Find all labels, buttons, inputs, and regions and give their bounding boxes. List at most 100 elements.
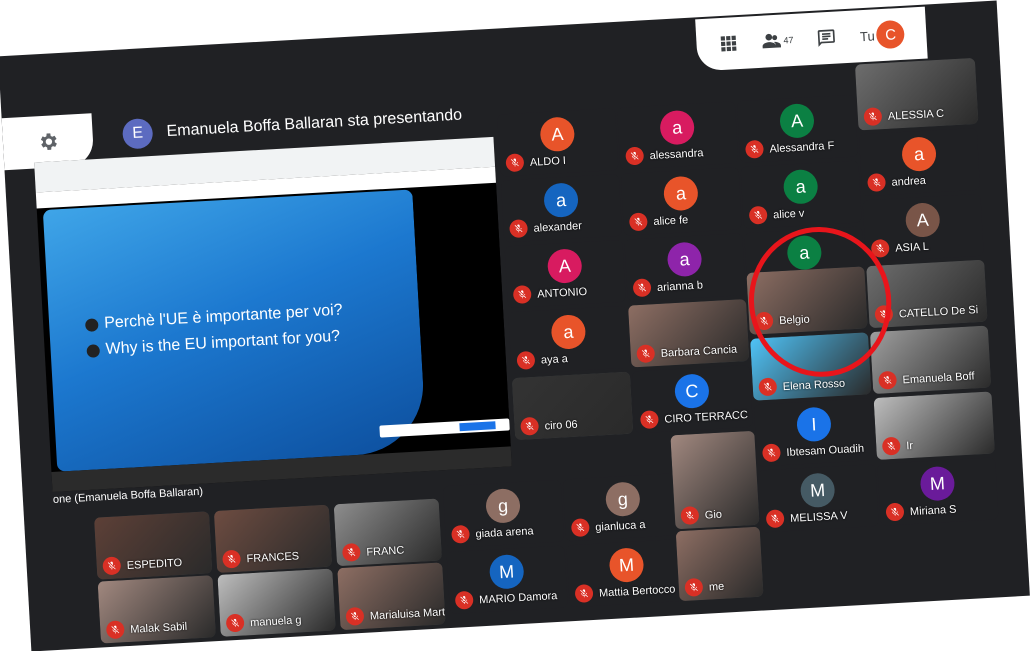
participant-tile[interactable]: FRANC xyxy=(333,498,442,567)
participant-avatar: g xyxy=(604,481,641,518)
mic-off-icon xyxy=(639,410,659,430)
participant-tile[interactable]: ciro 06 xyxy=(511,371,634,441)
mic-off-icon xyxy=(870,238,890,258)
participant-tile[interactable]: ALESSIA C xyxy=(854,57,979,131)
mic-off-icon xyxy=(748,205,768,225)
chat-button[interactable] xyxy=(816,28,837,49)
participant-tile[interactable]: Elena Rosso xyxy=(750,332,872,401)
participant-name: MARIO Damora xyxy=(478,590,558,607)
participant-count: 47 xyxy=(783,34,794,46)
participant-tile[interactable]: a alexander xyxy=(500,173,623,243)
participant-tile[interactable]: a aya a xyxy=(508,305,630,375)
mic-off-icon xyxy=(885,502,905,522)
participant-tile[interactable]: I Ibtesam Ouadih xyxy=(753,398,876,467)
participant-name: alice fe xyxy=(653,214,689,229)
participant-tile[interactable]: A ALDO I xyxy=(497,108,619,177)
mic-off-icon xyxy=(628,212,648,232)
participant-tile[interactable]: g giada arena xyxy=(442,479,565,549)
participant-tile[interactable]: a alessandra xyxy=(616,101,739,170)
participant-avatar: A xyxy=(546,248,583,284)
participant-tile[interactable]: Barbara Cancia xyxy=(628,299,750,368)
participant-avatar: M xyxy=(608,547,645,584)
participant-tile[interactable]: M Mattia Bertocco xyxy=(566,538,688,608)
participant-tile[interactable]: Marialuisa Mart xyxy=(337,562,446,631)
mic-off-icon xyxy=(632,278,652,298)
chat-icon xyxy=(818,29,836,47)
participant-avatar: A xyxy=(539,116,576,153)
participant-tile[interactable]: a arianna b xyxy=(624,233,746,302)
participant-tile[interactable]: M Miriana S xyxy=(877,457,999,526)
participant-name: ANTONIO xyxy=(536,285,588,301)
participant-tile[interactable]: a alice fe xyxy=(620,167,742,236)
mic-off-icon xyxy=(451,524,471,544)
participant-name: ciro 06 xyxy=(544,418,578,433)
participant-name: arianna b xyxy=(656,279,704,294)
mic-off-icon xyxy=(454,590,474,610)
mic-off-icon xyxy=(505,153,525,173)
participant-avatar: A xyxy=(904,202,941,238)
gear-icon xyxy=(40,133,57,151)
mic-off-icon xyxy=(512,285,532,304)
participant-tile[interactable]: A ASIA L xyxy=(862,193,984,263)
participant-tile[interactable]: A ANTONIO xyxy=(504,239,626,309)
participant-avatar: a xyxy=(901,136,937,173)
mic-off-icon xyxy=(625,146,645,166)
slide-question-2-text: Why is the EU important for you? xyxy=(105,327,341,358)
mic-off-icon xyxy=(765,509,785,529)
slide-margin xyxy=(412,184,511,452)
participant-name: ALDO I xyxy=(529,154,567,169)
participant-tile[interactable]: Belgio xyxy=(746,266,868,335)
participant-name: giada arena xyxy=(475,525,534,541)
participant-tile[interactable]: Gio xyxy=(670,430,760,530)
participants-button[interactable]: 47 xyxy=(761,30,794,52)
participant-tile[interactable]: M MARIO Damora xyxy=(446,545,568,615)
participant-tile[interactable]: M MELISSA V xyxy=(757,464,879,533)
participant-tile[interactable]: ESPEDITO xyxy=(94,511,213,580)
participant-name: alessandra xyxy=(649,147,704,163)
participant-avatar: a xyxy=(659,109,696,146)
me-avatar: C xyxy=(875,19,906,50)
participant-tile[interactable]: manuela g xyxy=(217,568,336,637)
participant-name: andrea xyxy=(891,174,927,189)
presenter-avatar: E xyxy=(121,117,154,150)
participant-avatar: M xyxy=(488,553,525,590)
participant-name: CIRO TERRACC xyxy=(664,409,749,426)
participant-tile[interactable]: Ir xyxy=(873,391,995,460)
participant-tile[interactable]: me xyxy=(675,526,764,602)
participant-avatar: a xyxy=(543,182,579,219)
presenter-text: Emanuela Boffa Ballaran sta presentando xyxy=(166,106,463,141)
mic-off-icon xyxy=(867,173,887,193)
bullet-icon xyxy=(86,343,101,358)
participant-tile[interactable]: C CIRO TERRACC xyxy=(631,364,754,434)
layout-button[interactable] xyxy=(718,33,739,54)
participant-name: Alessandra F xyxy=(769,139,835,156)
slide-question-1-text: Perchè l'UE è importante per voi? xyxy=(103,301,344,332)
slide-question-2: Why is the EU important for you? xyxy=(86,327,341,360)
participant-avatar: a xyxy=(662,175,699,212)
participant-name: alexander xyxy=(533,220,583,235)
participant-avatar: g xyxy=(485,487,521,524)
participant-name: Miriana S xyxy=(909,503,957,519)
participant-tile[interactable]: CATELLO De Si xyxy=(866,259,988,329)
participant-avatar: M xyxy=(919,465,956,502)
participant-avatar: C xyxy=(673,373,710,410)
participant-tile[interactable]: a andrea xyxy=(858,127,981,197)
participant-tile[interactable]: g gianluca a xyxy=(562,472,684,542)
participant-tile[interactable]: a alice v xyxy=(740,160,862,230)
mic-off-icon xyxy=(574,584,594,603)
me-label: Tu xyxy=(859,27,876,44)
participant-name: ASIA L xyxy=(894,240,930,255)
mic-off-icon xyxy=(761,443,781,463)
participant-tile[interactable]: Malak Sabil xyxy=(97,575,216,644)
mic-off-icon xyxy=(570,518,590,538)
participant-name: Belgio xyxy=(778,313,811,328)
participant-tile[interactable]: FRANCES xyxy=(213,504,333,573)
participant-tile[interactable]: Emanuela Boff xyxy=(869,325,992,395)
presentation-tile[interactable]: Perchè l'UE è importante per voi? Why is… xyxy=(34,136,512,493)
self-view[interactable]: Tu C xyxy=(859,19,906,50)
participant-avatar: a xyxy=(550,314,587,350)
participant-tile[interactable]: A Alessandra F xyxy=(736,94,859,164)
participant-avatar: I xyxy=(796,406,832,443)
participant-name: aya a xyxy=(540,353,569,367)
participant-avatar: a xyxy=(666,241,703,278)
